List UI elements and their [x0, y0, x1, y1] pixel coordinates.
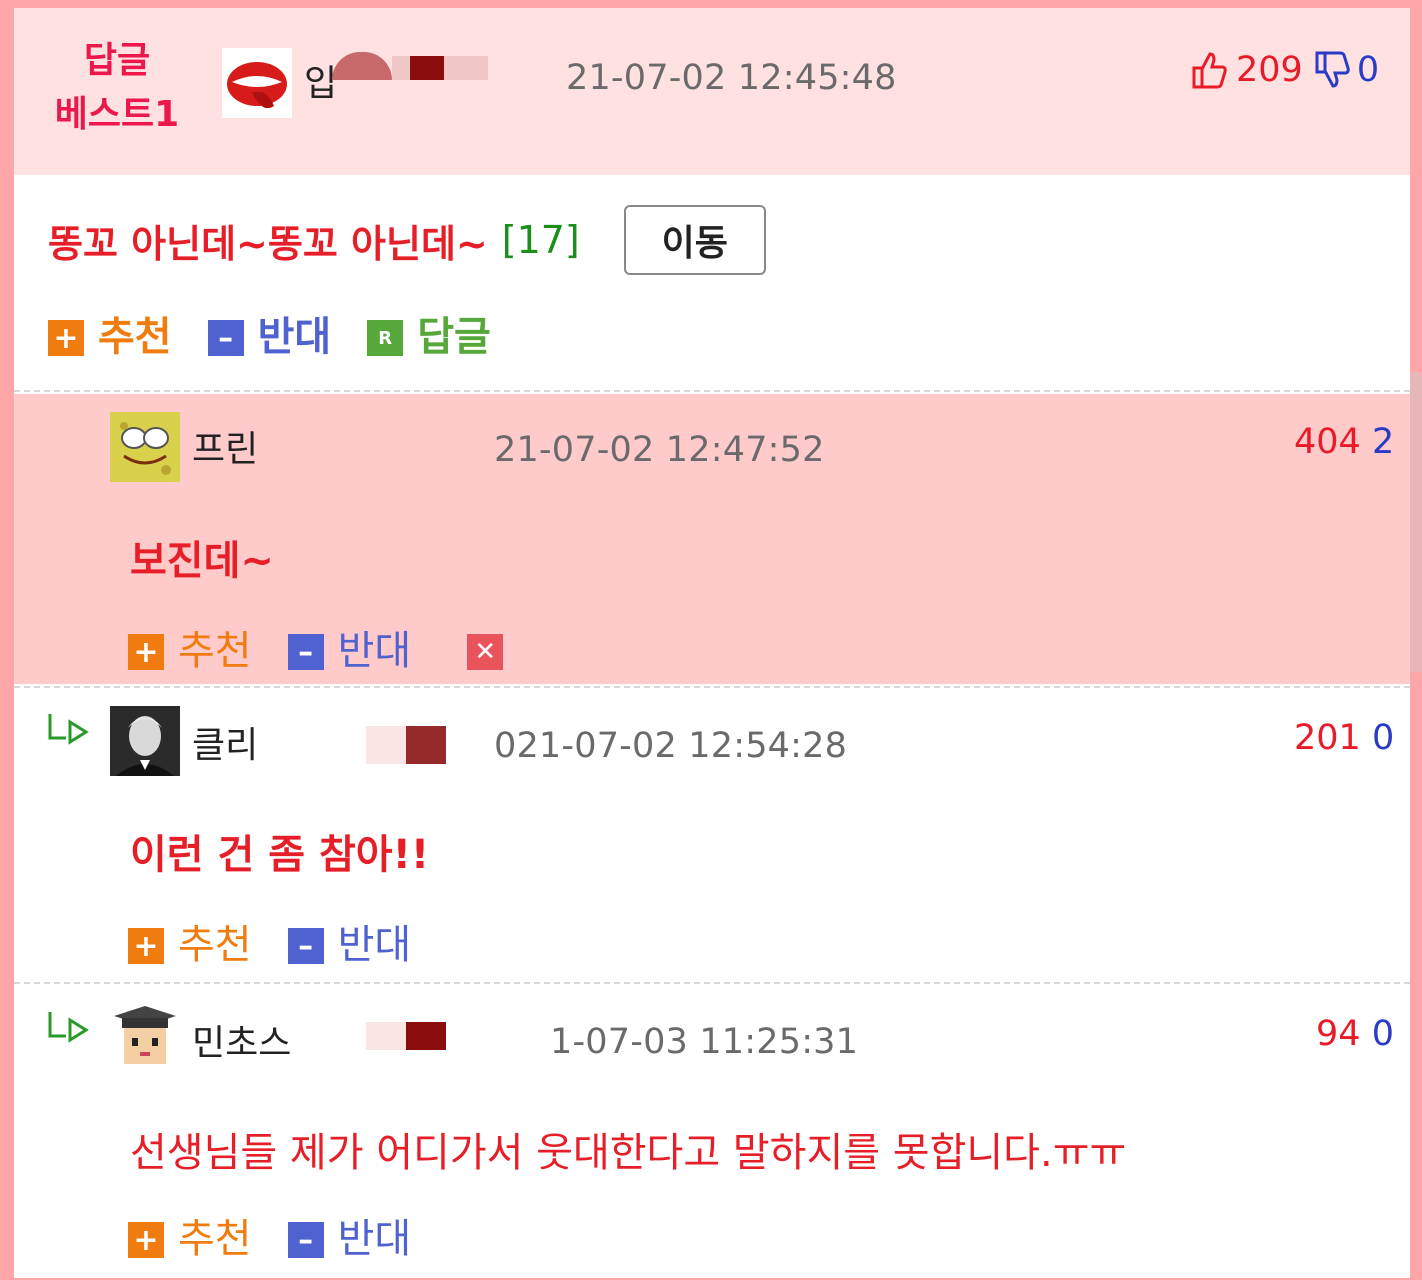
comment-actions: + 추천 – 반대	[128, 1206, 447, 1264]
oppose-label: 반대	[337, 1216, 412, 1262]
post-comment-count: [17]	[501, 218, 580, 262]
minus-icon: –	[207, 320, 244, 356]
comment-nick[interactable]: 민초스	[192, 1014, 291, 1066]
best-nick[interactable]: 입	[304, 54, 337, 106]
divider	[14, 390, 1410, 392]
down-count: 0	[1371, 718, 1395, 758]
comment-nick[interactable]: 클리	[192, 716, 258, 768]
comment-text: 이런 건 좀 참아!!	[130, 832, 430, 878]
oppose-label: 반대	[337, 628, 412, 674]
comment-votes: 201 0	[1294, 718, 1394, 758]
comment-panel: 답글 베스트1 입 21-07-02 12:45:48 209 0 똥꼬 아닌데…	[14, 8, 1410, 1278]
avatar-lips[interactable]	[222, 48, 292, 118]
minus-icon: –	[287, 634, 324, 670]
redacted-nick	[332, 52, 392, 80]
post-link-row: 똥꼬 아닌데~똥꼬 아닌데~ [17] 이동	[48, 205, 766, 275]
comment-text: 보진데~	[130, 538, 274, 584]
comment-date: 1-07-03 11:25:31	[550, 1022, 859, 1062]
redacted-nick	[406, 1022, 446, 1050]
comment-item: 클리 021-07-02 12:54:28 201 0 이런 건 좀 참아!! …	[14, 690, 1410, 980]
redacted-nick	[366, 726, 406, 764]
recommend-label: 추천	[178, 1216, 252, 1262]
oppose-label: 반대	[257, 314, 332, 360]
comment-text: 선생님들 제가 어디가서 웃대한다고 말하지를 못합니다.ㅠㅠ	[130, 1130, 1127, 1176]
recommend-label: 추천	[178, 922, 252, 968]
graduate-avatar-icon	[110, 1002, 180, 1072]
best-votes: 209 0	[1190, 50, 1379, 90]
move-button[interactable]: 이동	[623, 205, 766, 275]
avatar-portrait[interactable]	[110, 706, 180, 776]
redacted-nick	[366, 1022, 406, 1050]
redacted-nick	[406, 726, 446, 764]
reply-icon: R	[367, 320, 404, 356]
comment-item: 프린 21-07-02 12:47:52 404 2 보진데~ + 추천 – 반…	[14, 394, 1410, 684]
close-icon: ✕	[467, 634, 504, 670]
best-label-line1: 답글	[83, 40, 151, 81]
divider	[14, 982, 1410, 984]
oppose-label: 반대	[337, 922, 412, 968]
comment-actions: + 추천 – 반대	[128, 912, 447, 970]
avatar-graduate[interactable]	[110, 1002, 180, 1072]
plus-icon: +	[48, 320, 84, 356]
minus-icon: –	[287, 1222, 324, 1258]
plus-icon: +	[128, 1222, 164, 1258]
reply-button[interactable]: R 답글	[367, 304, 491, 362]
oppose-button[interactable]: – 반대	[287, 912, 412, 970]
oppose-button[interactable]: – 반대	[287, 1206, 412, 1264]
thumbs-down-icon[interactable]	[1313, 50, 1351, 90]
avatar-sponge[interactable]	[110, 412, 180, 482]
recommend-label: 추천	[98, 314, 172, 360]
up-count: 201	[1294, 718, 1361, 758]
best-up-count: 209	[1236, 50, 1303, 90]
comment-votes: 404 2	[1294, 422, 1394, 462]
reply-label: 답글	[417, 314, 491, 360]
recommend-button[interactable]: + 추천	[128, 1206, 252, 1264]
redacted-nick	[444, 56, 488, 80]
best-date: 21-07-02 12:45:48	[566, 58, 897, 98]
redacted-nick	[392, 56, 410, 80]
plus-icon: +	[128, 928, 164, 964]
oppose-button[interactable]: – 반대	[287, 618, 412, 676]
sponge-avatar-icon	[110, 412, 180, 482]
comment-nick[interactable]: 프린	[192, 420, 258, 472]
reply-arrow-icon	[46, 1010, 92, 1055]
comment-actions: + 추천 – 반대 ✕	[128, 618, 553, 676]
post-title[interactable]: 똥꼬 아닌데~똥꼬 아닌데~	[48, 213, 488, 268]
oppose-button[interactable]: – 반대	[207, 304, 332, 362]
redacted-nick	[410, 56, 444, 80]
best-actions: + 추천 – 반대 R 답글	[48, 304, 527, 362]
recommend-label: 추천	[178, 628, 252, 674]
thumbs-up-icon[interactable]	[1190, 50, 1228, 90]
best-reply-header: 답글 베스트1 입 21-07-02 12:45:48 209 0	[14, 8, 1410, 175]
recommend-button[interactable]: + 추천	[128, 912, 252, 970]
down-count: 0	[1371, 1014, 1394, 1054]
comment-date: 21-07-02 12:47:52	[494, 430, 825, 470]
minus-icon: –	[287, 928, 324, 964]
recommend-button[interactable]: + 추천	[128, 618, 252, 676]
comment-item: 민초스 1-07-03 11:25:31 94 0 선생님들 제가 어디가서 웃…	[14, 986, 1410, 1278]
reply-arrow-icon	[46, 712, 92, 757]
down-count: 2	[1371, 422, 1395, 462]
lips-logo-icon	[227, 62, 287, 109]
up-count: 94	[1316, 1014, 1361, 1054]
up-count: 404	[1294, 422, 1361, 462]
comment-date: 021-07-02 12:54:28	[494, 726, 848, 766]
best-reply-badge: 답글 베스트1	[52, 34, 182, 142]
best-label-line2: 베스트1	[54, 94, 180, 135]
plus-icon: +	[128, 634, 164, 670]
recommend-button[interactable]: + 추천	[48, 304, 172, 362]
comment-votes: 94 0	[1316, 1014, 1394, 1054]
best-down-count: 0	[1356, 50, 1380, 90]
divider	[14, 686, 1410, 688]
portrait-avatar-icon	[110, 706, 180, 776]
delete-button[interactable]: ✕	[467, 624, 517, 670]
scrollbar[interactable]	[1410, 372, 1422, 672]
